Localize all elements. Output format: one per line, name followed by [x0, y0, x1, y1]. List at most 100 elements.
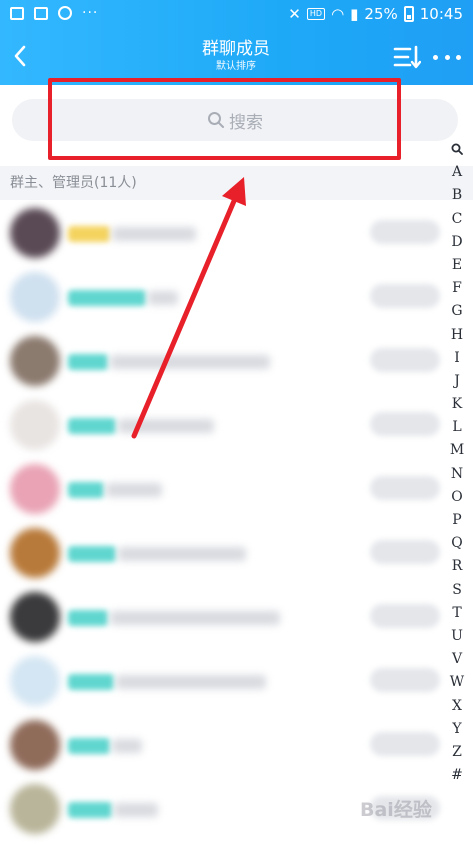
index-letter[interactable]: P [452, 509, 461, 532]
search-input[interactable]: 搜索 [12, 99, 458, 141]
index-letter[interactable]: Y [452, 718, 461, 741]
status-right: ✕ HD ◠ ▮ 25% 10:45 [288, 5, 463, 23]
signal-icon: ▮ [350, 5, 359, 23]
index-letter[interactable]: B [452, 184, 462, 207]
avatar[interactable] [10, 208, 60, 258]
index-search-icon[interactable] [451, 138, 463, 161]
back-button[interactable] [6, 40, 34, 72]
index-letter[interactable]: V [452, 648, 462, 671]
member-name [106, 483, 162, 497]
index-letter[interactable]: E [452, 254, 462, 277]
list-item[interactable] [0, 712, 473, 776]
list-item[interactable] [0, 328, 473, 392]
search-area: 搜索 [0, 85, 473, 155]
member-tag [68, 738, 110, 754]
index-letter[interactable]: F [452, 277, 462, 300]
index-letter[interactable]: G [451, 300, 462, 323]
member-name [116, 675, 266, 689]
more-dot-icon [433, 54, 438, 60]
avatar[interactable] [10, 272, 60, 322]
index-letter[interactable]: T [452, 602, 461, 625]
header: ··· ✕ HD ◠ ▮ 25% 10:45 群聊成员 默认排序 [0, 0, 473, 85]
index-letter[interactable]: A [452, 161, 462, 184]
member-name [118, 419, 214, 433]
member-tag [68, 546, 116, 562]
more-button[interactable] [433, 44, 461, 70]
chevron-left-icon [14, 45, 26, 67]
role-badge [370, 476, 440, 500]
avatar[interactable] [10, 336, 60, 386]
avatar[interactable] [10, 528, 60, 578]
role-badge [370, 412, 440, 436]
list-item[interactable] [0, 648, 473, 712]
page-title: 群聊成员 [202, 39, 270, 59]
member-tag [68, 226, 110, 242]
member-tag [68, 418, 116, 434]
battery-icon [403, 6, 414, 22]
role-badge [370, 732, 440, 756]
sort-button[interactable] [393, 44, 422, 70]
clock: 10:45 [419, 5, 463, 23]
index-letter[interactable]: C [452, 208, 463, 231]
list-item[interactable] [0, 584, 473, 648]
member-tag [68, 610, 108, 626]
index-letter[interactable]: D [451, 231, 462, 254]
list-item[interactable] [0, 264, 473, 328]
avatar[interactable] [10, 592, 60, 642]
gallery-icon [10, 6, 24, 20]
list-item[interactable] [0, 200, 473, 264]
sort-icon [393, 45, 422, 69]
index-letter[interactable]: R [452, 555, 463, 578]
member-name [110, 355, 270, 369]
avatar[interactable] [10, 656, 60, 706]
battery-percent: 25% [364, 5, 398, 23]
member-list [0, 200, 473, 840]
search-placeholder: 搜索 [229, 112, 263, 133]
role-badge [370, 348, 440, 372]
index-letter[interactable]: X [452, 695, 462, 718]
search-icon [451, 143, 463, 155]
group-header: 群主、管理员(11人) [0, 166, 473, 200]
avatar[interactable] [10, 720, 60, 770]
role-badge [370, 540, 440, 564]
index-letter[interactable]: U [451, 625, 463, 648]
compass-icon [58, 6, 72, 20]
member-tag [68, 482, 104, 498]
index-letter[interactable]: S [452, 579, 462, 602]
index-letter[interactable]: Q [451, 532, 462, 555]
list-item[interactable] [0, 456, 473, 520]
member-name [110, 611, 280, 625]
index-letter[interactable]: # [451, 764, 463, 787]
index-letter[interactable]: N [451, 463, 463, 486]
index-letter[interactable]: I [454, 347, 460, 370]
alphabet-index-bar[interactable]: A B C D E F G H I J K L M N O P Q R S T U V W X Y Z # [446, 138, 468, 787]
index-letter[interactable]: J [454, 370, 460, 393]
list-item[interactable] [0, 392, 473, 456]
member-tag [68, 674, 114, 690]
app-bar: 群聊成员 默认排序 [0, 30, 473, 85]
status-left: ··· [10, 6, 98, 20]
index-letter[interactable]: W [450, 671, 464, 694]
mute-icon: ✕ [288, 5, 301, 23]
index-letter[interactable]: L [452, 416, 461, 439]
member-name [112, 739, 142, 753]
member-tag [68, 290, 146, 306]
status-more-dots: ··· [82, 5, 99, 21]
title-block: 群聊成员 默认排序 [136, 38, 336, 74]
index-letter[interactable]: K [452, 393, 462, 416]
index-letter[interactable]: H [451, 324, 463, 347]
member-name [118, 547, 246, 561]
avatar[interactable] [10, 464, 60, 514]
more-dot-icon [456, 54, 461, 60]
avatar[interactable] [10, 784, 60, 834]
index-letter[interactable]: M [450, 439, 464, 462]
role-badge [370, 668, 440, 692]
avatar[interactable] [10, 400, 60, 450]
role-badge [370, 284, 440, 308]
member-name [114, 803, 158, 817]
index-letter[interactable]: O [451, 486, 462, 509]
watermark: Bai经验 [360, 799, 432, 821]
index-letter[interactable]: Z [452, 741, 462, 764]
list-item[interactable] [0, 520, 473, 584]
folder-icon [34, 6, 48, 20]
